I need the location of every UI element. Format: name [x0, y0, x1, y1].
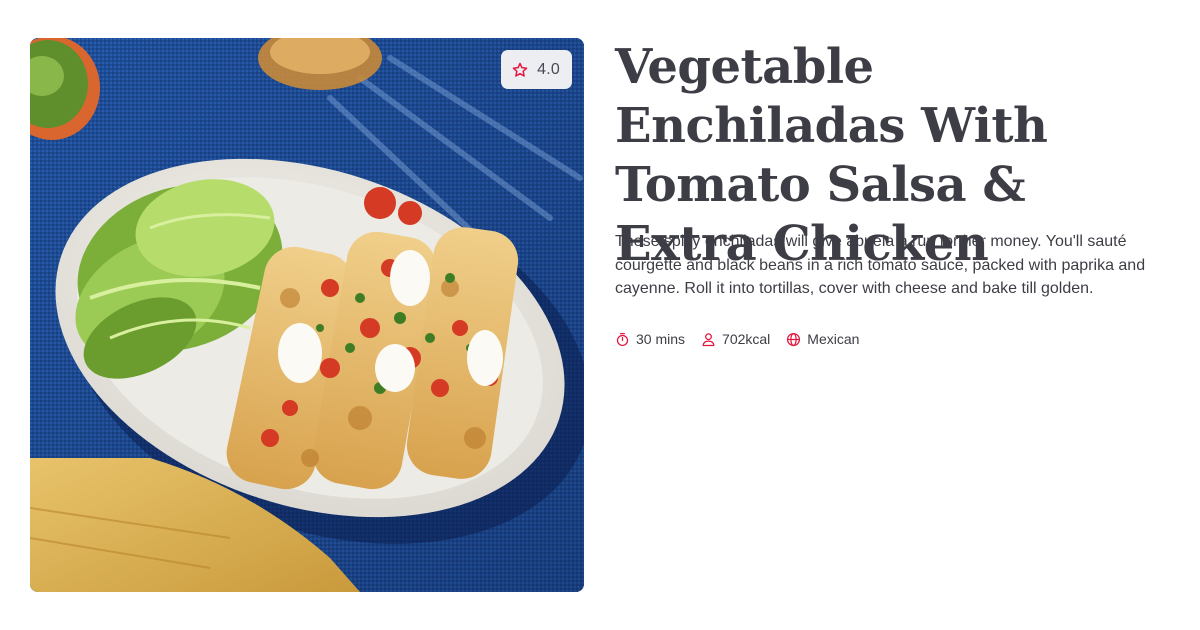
- stopwatch-icon: [616, 332, 629, 346]
- meta-calories-label: 702kcal: [722, 331, 771, 347]
- meta-cuisine: Mexican: [786, 331, 859, 347]
- globe-icon: [787, 332, 801, 346]
- recipe-meta: 30 mins 702kcal Mexican: [615, 331, 859, 347]
- meta-calories: 702kcal: [701, 331, 770, 347]
- rating-badge: 4.0: [501, 50, 572, 89]
- meta-cuisine-label: Mexican: [807, 331, 860, 347]
- meta-time: 30 mins: [615, 331, 685, 347]
- star-outline-icon: [512, 62, 528, 77]
- rating-value: 4.0: [537, 60, 560, 78]
- recipe-image: 4.0: [30, 38, 584, 592]
- recipe-description: These spicy enchiladas will give abuela …: [615, 233, 1146, 297]
- recipe-photo: [30, 38, 584, 592]
- person-icon: [702, 332, 715, 346]
- meta-time-label: 30 mins: [636, 331, 686, 347]
